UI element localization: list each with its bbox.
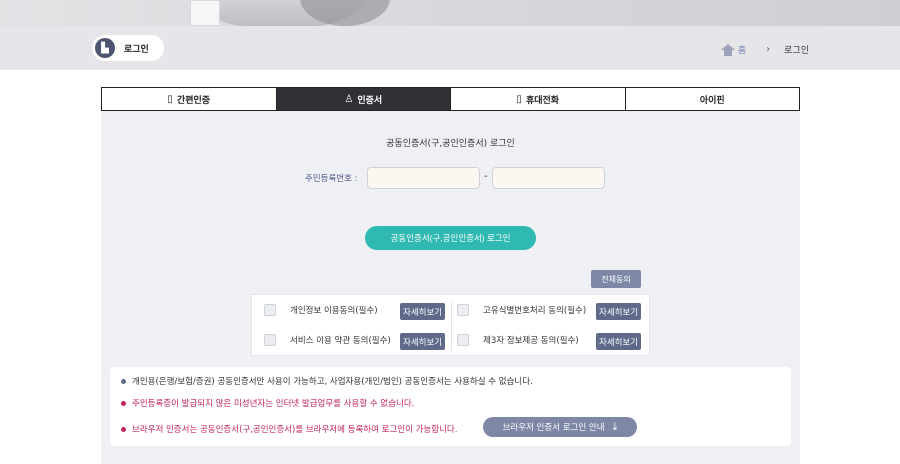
agree-checkbox[interactable]: [264, 304, 276, 316]
breadcrumb-home-link[interactable]: 홈: [738, 43, 746, 56]
agreement-label: 서비스 이용 약관 동의(필수): [290, 336, 391, 346]
breadcrumb-bar: ▙ 로그인 홈 › 로그인: [0, 26, 900, 70]
notice-line: 브라우저 인증서는 공동인증서(구,공인인증서)를 브라우저에 등록하여 로그인…: [121, 423, 457, 435]
agreement-item: 고유식별번호처리 동의(필수): [457, 304, 586, 316]
tab-ipin[interactable]: 아이핀: [625, 88, 799, 110]
detail-button[interactable]: 자세히보기: [400, 333, 446, 350]
agreement-item: 제3자 정보제공 동의(필수): [457, 334, 579, 346]
agreement-label: 개인정보 이용동의(필수): [290, 306, 378, 316]
detail-button[interactable]: 자세히보기: [400, 303, 446, 320]
notice-text: 브라우저 인증서는 공동인증서(구,공인인증서)를 브라우저에 등록하여 로그인…: [132, 425, 458, 435]
agreement-item: 서비스 이용 약관 동의(필수): [264, 334, 391, 346]
page-title: 로그인: [124, 44, 149, 55]
notice-text: 개인용(은행/보험/증권) 공동인증서만 사용이 가능하고, 사업자용(개인/법…: [132, 377, 533, 387]
tab-mobile-phone[interactable]: ▯ 휴대전화: [451, 88, 626, 110]
hero-banner: [0, 0, 900, 26]
tab-simple-auth[interactable]: ▯ 간편인증: [102, 88, 277, 110]
tab-label: 아이핀: [699, 95, 725, 106]
certificate-icon: ♙: [344, 93, 354, 105]
notice-text: 주민등록증이 발급되지 않은 미성년자는 인터넷 발급업무를 사용할 수 없습니…: [132, 399, 415, 409]
agreement-label: 제3자 정보제공 동의(필수): [483, 336, 579, 346]
agree-checkbox[interactable]: [457, 334, 469, 346]
guide-button-label: 브라우저 인증서 로그인 안내: [502, 423, 605, 433]
chevron-right-icon: ›: [766, 44, 771, 55]
breadcrumb: 홈 › 로그인: [720, 43, 809, 56]
agree-checkbox[interactable]: [264, 334, 276, 346]
page-title-pill: ▙ 로그인: [92, 35, 164, 61]
detail-button[interactable]: 자세히보기: [596, 303, 642, 320]
id-number-label: 주민등록번호 :: [305, 174, 358, 184]
login-panel: 공동인증서(구,공인인증서) 로그인 주민등록번호 : - 공동인증서(구,공인…: [101, 111, 800, 464]
mobile-icon: ▯: [516, 93, 522, 105]
id-number-back-input[interactable]: [492, 167, 605, 189]
agree-all-button[interactable]: 전체동의: [591, 270, 641, 288]
phone-icon: ▯: [167, 93, 173, 105]
home-icon[interactable]: [720, 43, 735, 56]
download-icon: ⤓: [612, 420, 618, 433]
tab-label: 휴대전화: [525, 95, 560, 106]
notice-line: 주민등록증이 발급되지 않은 미성년자는 인터넷 발급업무를 사용할 수 없습니…: [121, 397, 414, 409]
auth-method-tabs: ▯ 간편인증 ♙ 인증서 ▯ 휴대전화 아이핀: [101, 87, 800, 111]
agreement-label: 고유식별번호처리 동의(필수): [483, 306, 587, 316]
bullet-icon: [121, 400, 126, 406]
login-icon: ▙: [95, 38, 115, 58]
tab-label: 인증서: [357, 95, 383, 106]
breadcrumb-current: 로그인: [784, 46, 809, 56]
id-number-front-input[interactable]: [367, 167, 480, 189]
form-title: 공동인증서(구,공인인증서) 로그인: [386, 139, 515, 149]
notice-line: 개인용(은행/보험/증권) 공동인증서만 사용이 가능하고, 사업자용(개인/법…: [121, 375, 533, 387]
browser-cert-guide-button[interactable]: 브라우저 인증서 로그인 안내 ⤓: [483, 417, 637, 437]
detail-button[interactable]: 자세히보기: [596, 333, 642, 350]
notice-box: 개인용(은행/보험/증권) 공동인증서만 사용이 가능하고, 사업자용(개인/법…: [110, 367, 791, 446]
divider: [451, 301, 452, 351]
agree-checkbox[interactable]: [457, 304, 469, 316]
tab-label: 간편인증: [176, 95, 211, 106]
agreement-item: 개인정보 이용동의(필수): [264, 304, 378, 316]
bullet-icon: [121, 426, 126, 432]
certificate-login-button[interactable]: 공동인증서(구,공인인증서) 로그인: [365, 226, 536, 250]
banner-decoration: [190, 0, 220, 26]
id-separator: -: [484, 171, 488, 182]
agreement-box: 개인정보 이용동의(필수) 자세히보기 고유식별번호처리 동의(필수) 자세히보…: [251, 294, 650, 356]
tab-certificate[interactable]: ♙ 인증서: [276, 88, 451, 110]
bullet-icon: [121, 378, 126, 384]
